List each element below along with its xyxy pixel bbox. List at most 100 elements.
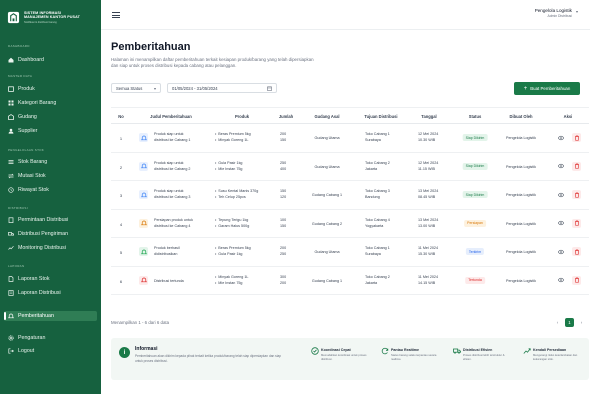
destination-name: Toko Cabang 4	[365, 217, 390, 222]
table-row: 5 Produk berhasildidistribusikan Beras Pre…	[111, 238, 589, 267]
col-tanggal: Tanggal	[421, 114, 437, 119]
view-eye-icon[interactable]	[556, 247, 565, 256]
view-eye-icon[interactable]	[556, 276, 565, 285]
info-title: Informasi	[135, 346, 158, 352]
sidebar-item-pengaturan[interactable]: Pengaturan	[4, 333, 97, 343]
quantity-item: 200	[280, 280, 287, 285]
sidebar-item-label: Gudang	[18, 114, 37, 120]
col-aksi: Aksi	[563, 114, 573, 119]
date-range-picker[interactable]: 01/05/2024 - 31/05/2024	[167, 83, 277, 93]
prev-page-button[interactable]: ‹	[553, 318, 562, 327]
destination-city: Surabaya	[365, 252, 381, 257]
product-list: Gula Pasir 1kgMie Instan 75g	[215, 160, 243, 172]
sidebar-item-label: Mutasi Stok	[18, 173, 46, 179]
view-eye-icon[interactable]	[556, 162, 565, 171]
row-number: 5	[119, 250, 123, 255]
delete-trash-icon[interactable]	[572, 133, 581, 142]
product-list: Beras Premium 5kgMinyak Goreng 1L	[215, 131, 251, 143]
sidebar-item-produk[interactable]: Produk	[4, 84, 97, 94]
sidebar-item-laporan-distribusi[interactable]: Laporan Distribusi	[4, 288, 97, 298]
view-eye-icon[interactable]	[556, 219, 565, 228]
sidebar-item-kategori[interactable]: Kategori Barang	[4, 98, 97, 108]
sidebar-item-dashboard[interactable]: Dashboard	[4, 55, 97, 65]
page-button-current[interactable]: 1	[565, 318, 574, 327]
logout-icon	[8, 348, 14, 354]
status-filter-select[interactable]: Semua Status ▾	[111, 83, 161, 93]
sidebar-item-mutasi[interactable]: Mutasi Stok	[4, 171, 97, 181]
grid-icon	[8, 100, 14, 106]
box-icon	[8, 86, 14, 92]
section-report: LAPORAN	[8, 264, 25, 268]
table-row: 3 Produk siap untuk distribusi ke Cabang 3…	[111, 181, 589, 210]
notification-title[interactable]: Persiapan produk untuk distribusi ke Caba…	[154, 217, 193, 229]
feature-text: Status barang selalu terpantau secara re…	[391, 354, 437, 361]
delete-trash-icon[interactable]	[572, 161, 581, 171]
sidebar-item-pengiriman[interactable]: Distribusi Pengiriman	[4, 229, 97, 239]
sidebar-item-pemberitahuan[interactable]: Pemberitahuan	[4, 311, 97, 321]
notification-title[interactable]: Distribusi tertunda	[154, 278, 184, 284]
notification-title-line2: distribusi ke Cabang 4	[154, 223, 191, 228]
created-by: Pengelola Logistik	[506, 164, 536, 169]
source-warehouse: Gudang Utama	[314, 250, 340, 254]
add-notification-button[interactable]: + Buat Pemberitahuan	[514, 82, 580, 95]
status-badge: Siap Dikirim	[462, 134, 488, 141]
destination: Toko Cabang 1 Surabaya	[365, 131, 390, 143]
sidebar-item-riwayat[interactable]: Riwayat Stok	[4, 185, 97, 195]
quantity-list: 300 200	[280, 274, 286, 286]
sidebar-item-laporan-stok[interactable]: Laporan Stok	[4, 274, 97, 284]
sidebar-item-logout[interactable]: Logout	[4, 346, 97, 356]
delete-trash-icon[interactable]	[572, 275, 581, 285]
table-row: 2 Produk siap untuk distribusi ke Cabang 2…	[111, 153, 589, 181]
quantity-item: 150	[280, 138, 287, 143]
product-item: Gula Pasir 1kg	[215, 160, 243, 166]
created-by: Pengelola Logistik	[506, 221, 536, 226]
time-value: 08.45 WIB	[418, 195, 436, 200]
info-panel: i Informasi Pemberitahuan akan dikirim k…	[111, 338, 589, 380]
notification-title[interactable]: Produk siap untuk distribusi ke Cabang 2	[154, 160, 191, 172]
time-value: 13.00 WIB	[418, 223, 436, 228]
delete-trash-icon[interactable]	[572, 218, 581, 228]
notification-bell-icon	[139, 275, 148, 285]
destination-city: Jakarta	[365, 280, 378, 285]
notification-title[interactable]: Produk berhasil didistribusikan	[154, 245, 180, 257]
destination-city: Bandung	[365, 195, 380, 200]
created-by: Pengelola Logistik	[506, 278, 536, 283]
view-eye-icon[interactable]	[556, 190, 565, 199]
row-number: 1	[119, 136, 123, 141]
home-icon	[8, 57, 14, 63]
user-menu[interactable]: Pengelola Logistik Admin Distribusi ▾	[535, 8, 578, 18]
delete-trash-icon[interactable]	[572, 190, 581, 199]
section-master: MASTER DATA	[8, 74, 33, 78]
row-number: 3	[119, 193, 123, 198]
col-tujuan: Tujuan Distribusi	[364, 114, 398, 119]
col-status: Status	[468, 114, 482, 119]
created-by: Pengelola Logistik	[506, 193, 536, 197]
sidebar-item-label: Pengaturan	[18, 335, 46, 341]
quantity-item: 250	[280, 160, 287, 165]
menu-toggle-icon[interactable]	[112, 12, 120, 18]
notification-title[interactable]: Produk siap untuk distribusi ke Cabang 1	[154, 131, 191, 143]
notification-title[interactable]: Produk siap untuk distribusi ke Cabang 3	[154, 188, 191, 200]
sidebar-item-supplier[interactable]: Supplier	[4, 126, 97, 136]
notification-date: 11 Mei 2024 14.15 WIB	[418, 274, 438, 286]
sidebar-item-monitoring[interactable]: Monitoring Distribusi	[4, 243, 97, 253]
sidebar-item-stok-barang[interactable]: Stok Barang	[4, 157, 97, 167]
delete-trash-icon[interactable]	[572, 247, 581, 256]
product-item: Mie Instan 75g	[215, 166, 242, 172]
next-page-button[interactable]: ›	[577, 318, 586, 327]
notification-title-line1: Distribusi tertunda	[154, 278, 184, 283]
product-item: Tepung Terigu 1kg	[215, 217, 249, 223]
product-list: Minyak Goreng 1LMie Instan 75g	[215, 274, 248, 286]
section-stock: PENGELOLAAN STOK	[8, 148, 45, 152]
time-value: 10.30 WIB	[418, 138, 436, 143]
notification-bell-icon	[139, 133, 148, 142]
sidebar-item-permintaan[interactable]: Permintaan Distribusi	[4, 215, 97, 225]
add-notification-label: Buat Pemberitahuan	[530, 86, 571, 91]
status-filter-value: Semua Status	[116, 85, 143, 91]
notification-date: 13 Mei 2024 08.45 WIB	[418, 188, 438, 200]
product-item: Minyak Goreng 1L	[215, 137, 251, 143]
sidebar-item-gudang[interactable]: Gudang	[4, 112, 97, 122]
chevron-down-icon: ▾	[153, 85, 156, 91]
quantity-list: 200 150	[280, 131, 286, 143]
view-eye-icon[interactable]	[556, 133, 565, 142]
